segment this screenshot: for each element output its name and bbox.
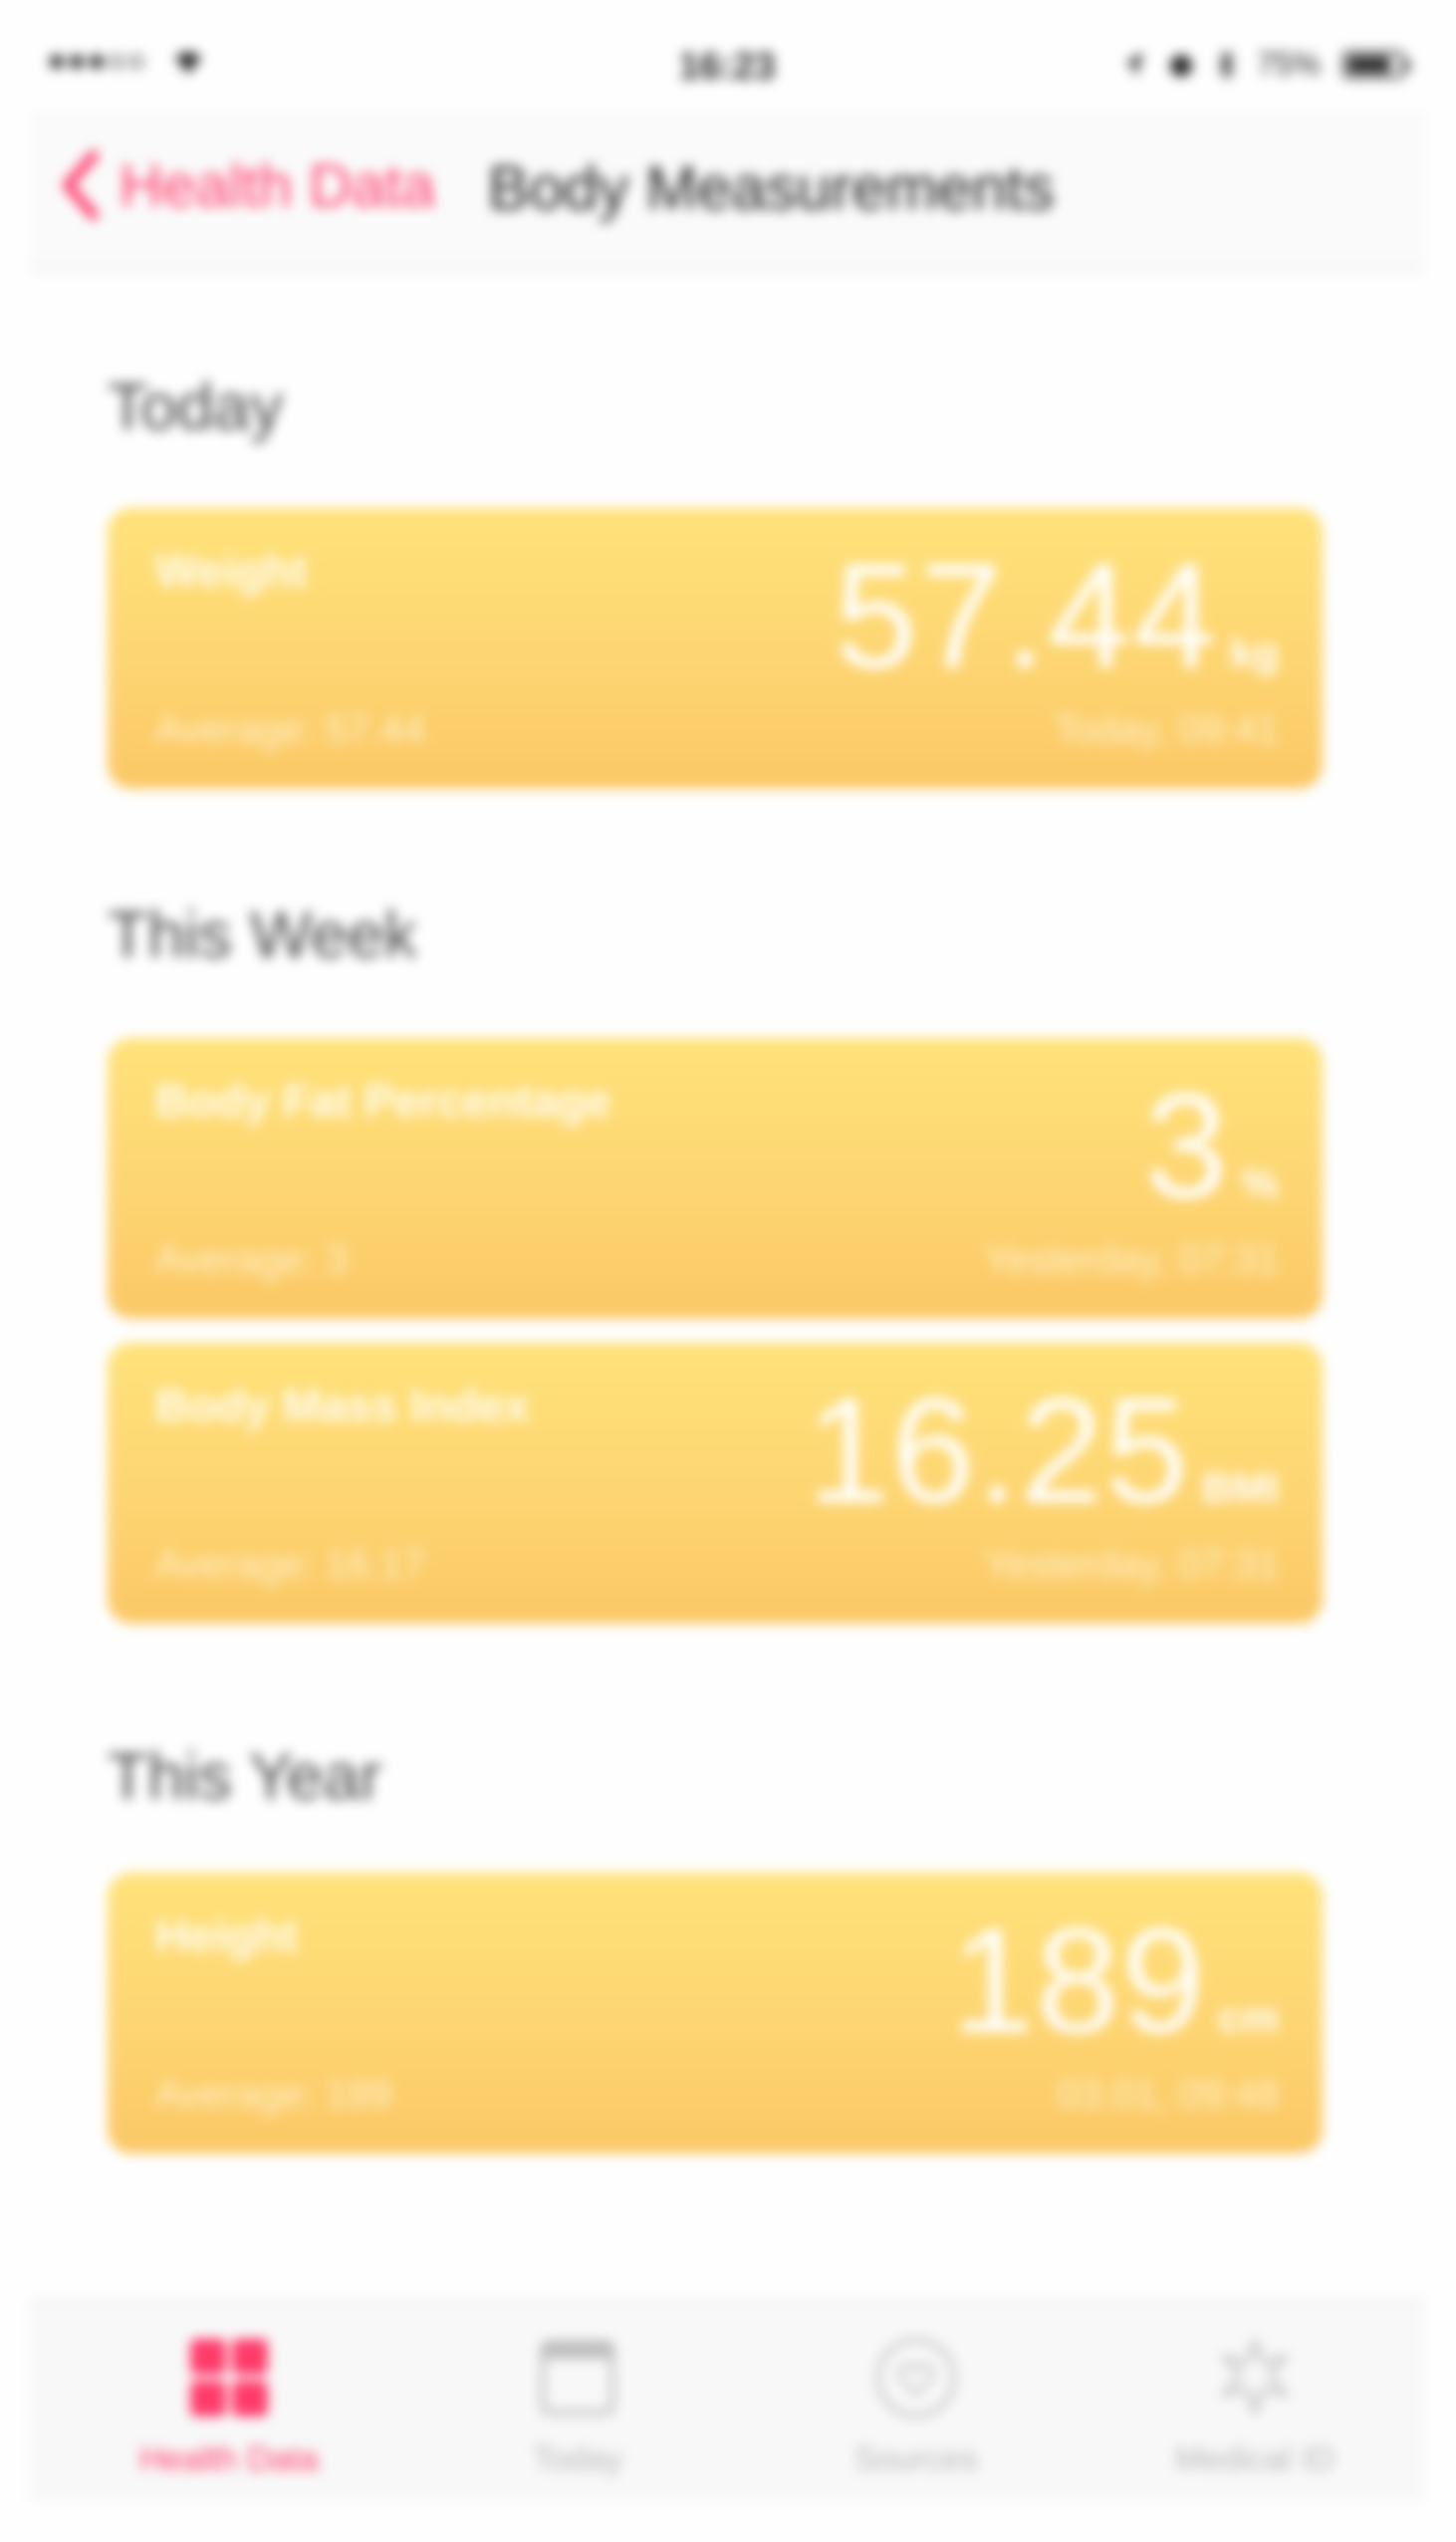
card-date: Yesterday, 07:31 — [984, 1238, 1279, 1282]
card-title: Body Mass Index — [155, 1380, 530, 1431]
card-value-unit: BMI — [1202, 1464, 1279, 1511]
card-average: Average: 189 — [155, 2073, 392, 2117]
height-card[interactable]: Height 189 cm Average: 189 03.01, 09:48 — [108, 1873, 1323, 2154]
card-value-number: 16.25 — [806, 1367, 1190, 1534]
tab-health-data[interactable]: Health Data — [60, 2333, 398, 2479]
card-value: 16.25 BMI — [807, 1365, 1279, 1537]
card-average: Average: 57.44 — [155, 708, 425, 752]
card-average: Average: 16.17 — [155, 1543, 425, 1587]
card-title: Height — [155, 1909, 299, 1961]
card-average: Average: 3 — [155, 1238, 348, 1282]
grid-icon — [190, 2339, 268, 2416]
section-header-today: Today — [108, 370, 284, 443]
card-value-unit: % — [1241, 1159, 1279, 1206]
card-value: 189 cm — [951, 1895, 1279, 2067]
card-value-unit: cm — [1218, 1994, 1279, 2041]
asterisk-icon — [1221, 2338, 1289, 2415]
card-date: Yesterday, 07:31 — [984, 1543, 1279, 1587]
chevron-left-icon — [63, 150, 99, 220]
status-right: 75% — [1123, 46, 1410, 83]
card-value: 3 % — [1144, 1060, 1279, 1232]
tab-label: Health Data — [139, 2440, 319, 2478]
bluetooth-icon — [1218, 48, 1235, 81]
card-value-unit: kg — [1229, 630, 1279, 676]
alarm-icon — [1169, 54, 1192, 77]
screen: 16:23 75% Health Data Body Measurements — [0, 0, 1456, 2542]
tab-today[interactable]: Today — [408, 2333, 747, 2479]
back-button[interactable]: Health Data — [60, 149, 435, 221]
status-bar: 16:23 75% — [30, 30, 1424, 110]
card-value-number: 57.44 — [834, 532, 1218, 699]
navigation-bar: Health Data Body Measurements — [30, 110, 1424, 271]
tab-label: Today — [532, 2440, 623, 2478]
battery-percent: 75% — [1256, 46, 1321, 82]
battery-icon — [1342, 50, 1410, 79]
card-title: Weight — [155, 545, 308, 597]
card-date: 03.01, 09:48 — [1057, 2073, 1279, 2117]
card-value-number: 3 — [1144, 1062, 1230, 1229]
page-title: Body Measurements — [488, 154, 1055, 223]
tab-medical-id[interactable]: Medical ID — [1086, 2333, 1424, 2479]
tab-label: Medical ID — [1174, 2440, 1335, 2478]
calendar-icon — [540, 2340, 615, 2415]
section-header-this-year: This Year — [108, 1739, 382, 1813]
heart-icon — [875, 2337, 957, 2418]
section-header-this-week: This Week — [108, 897, 417, 971]
card-value: 57.44 kg — [835, 530, 1279, 702]
tab-sources[interactable]: Sources — [747, 2333, 1086, 2479]
back-button-label: Health Data — [120, 151, 435, 219]
location-icon — [1124, 51, 1143, 78]
card-value-number: 189 — [951, 1897, 1207, 2064]
tab-label: Sources — [853, 2440, 979, 2478]
body-fat-percentage-card[interactable]: Body Fat Percentage 3 % Average: 3 Yeste… — [108, 1038, 1323, 1319]
card-title: Body Fat Percentage — [155, 1075, 611, 1127]
body-mass-index-card[interactable]: Body Mass Index 16.25 BMI Average: 16.17… — [108, 1343, 1323, 1624]
weight-card[interactable]: Weight 57.44 kg Average: 57.44 Today, 09… — [108, 508, 1323, 789]
card-date: Today, 09:41 — [1053, 708, 1279, 752]
tab-bar: Health Data Today Sources Medical ID — [30, 2301, 1424, 2502]
